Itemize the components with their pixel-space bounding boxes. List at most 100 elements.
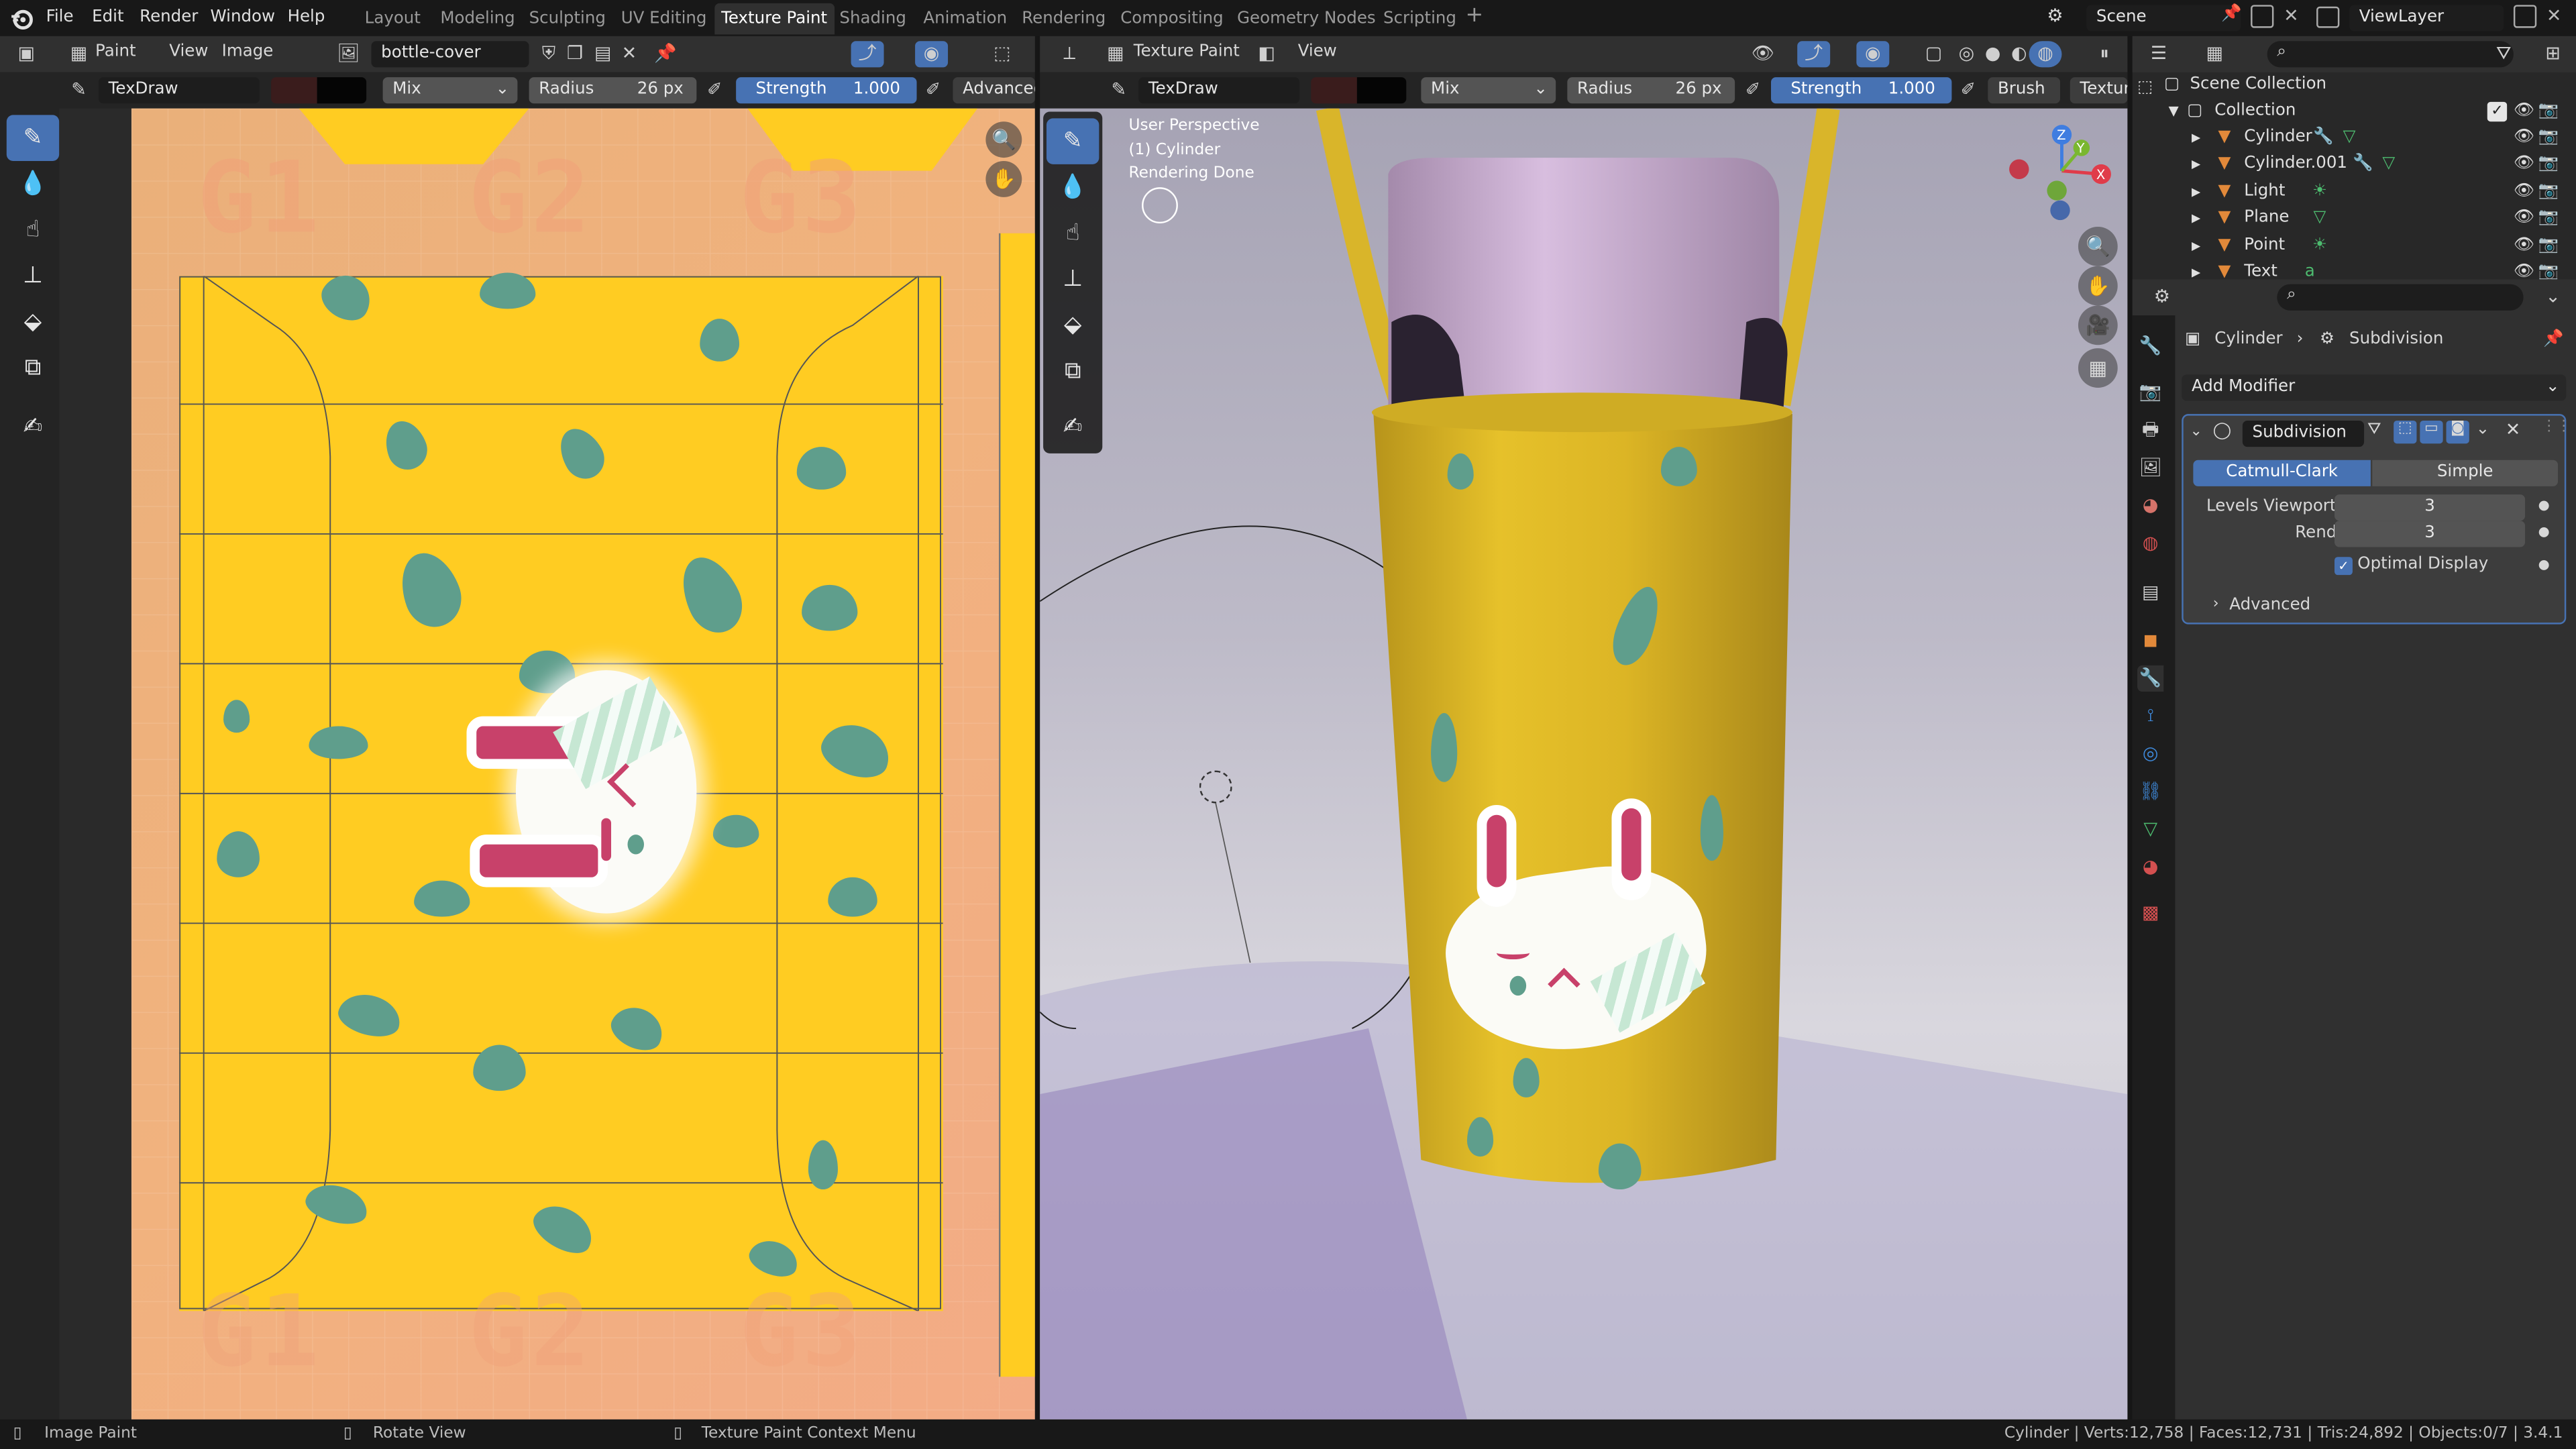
editor-type-icon[interactable]: ⚙ <box>2145 284 2178 311</box>
menu-view[interactable]: View <box>169 43 208 61</box>
texture-paint-mode-icon[interactable]: ▦ <box>1099 41 1132 67</box>
image-name-field[interactable]: bottle-cover <box>371 41 529 68</box>
world-tab-icon[interactable]: ◍ <box>2137 531 2163 557</box>
mode-dropdown[interactable]: Paint <box>95 43 136 61</box>
workspace-tab-uv-editing[interactable]: UV Editing <box>614 3 713 35</box>
data-tab-icon[interactable]: ▽ <box>2137 816 2163 843</box>
clone-tool-icon[interactable]: ⊥ <box>1046 256 1099 303</box>
outliner-row-object[interactable]: ▶ ▼ Cylinder.001 ▽ 👁 📷 🔧 <box>2162 152 2573 178</box>
delete-scene-icon[interactable]: ✕ <box>2284 5 2299 26</box>
object-tab-icon[interactable]: ◼ <box>2137 628 2163 654</box>
visibility-icon[interactable]: 👁 <box>1746 41 1779 67</box>
chevron-down-icon[interactable]: ⌄ <box>2476 421 2490 439</box>
scene-field[interactable]: Scene <box>2086 5 2241 32</box>
pause-render-icon[interactable]: ⏸ <box>2088 41 2121 67</box>
expand-arrow-icon[interactable]: ▶ <box>2192 233 2200 259</box>
modifier-tab-icon[interactable]: 🔧 <box>2137 665 2164 692</box>
pressure-icon[interactable]: ✐ <box>698 77 731 103</box>
pan-hand-icon[interactable]: ✋ <box>2078 266 2118 306</box>
editor-type-icon[interactable]: ⟂ <box>1053 41 1086 67</box>
mask-tool-icon[interactable]: ⧉ <box>7 345 59 391</box>
blender-logo-icon[interactable] <box>10 7 33 30</box>
annotate-tool-icon[interactable]: ✍ <box>7 404 59 450</box>
eye-icon[interactable]: 👁 <box>2514 236 2534 256</box>
eye-icon[interactable]: 👁 <box>2514 209 2534 228</box>
strength-field[interactable]: Strength 1.000 <box>736 77 917 104</box>
pan-hand-icon[interactable]: ✋ <box>985 161 1022 197</box>
texture-dropdown[interactable]: Texture <box>2070 77 2128 104</box>
render-tab-icon[interactable]: 📷 <box>2137 380 2163 406</box>
camera-view-icon[interactable]: 🎥 <box>2078 305 2118 345</box>
keyframe-dot-icon[interactable]: ● <box>2538 524 2550 539</box>
zoom-icon[interactable]: 🔍 <box>2078 226 2118 266</box>
strength-pressure-icon[interactable]: ✐ <box>917 77 950 103</box>
zoom-icon[interactable]: 🔍 <box>985 121 1022 158</box>
on-cage-icon[interactable]: ⬚ <box>2394 420 2417 444</box>
image-canvas-area[interactable]: ✎ 💧 ☝ ⊥ ⬙ ⧉ ✍ G1 G2 G3 G1 G2 G3 🔍 ✋ <box>0 108 1035 1419</box>
workspace-tab-layout[interactable]: Layout <box>358 3 427 35</box>
brush-dropdown[interactable]: Brush <box>1988 77 2061 104</box>
properties-search-input[interactable]: ⌕ <box>2277 284 2524 311</box>
constraints-tab-icon[interactable]: ⛓ <box>2137 779 2163 805</box>
outliner-row-object[interactable]: ▶ ▼ Point ☀ 👁 📷 <box>2162 233 2573 259</box>
brush-name-field[interactable]: TexDraw <box>98 77 260 104</box>
scene-tab-icon[interactable]: ◕ <box>2137 493 2163 519</box>
workspace-tab-rendering[interactable]: Rendering <box>1015 3 1112 35</box>
texture-tab-icon[interactable]: ▩ <box>2137 900 2163 926</box>
annotate-tool-icon[interactable]: ✍ <box>1046 404 1099 450</box>
mode-dropdown[interactable]: Texture Paint <box>1134 43 1240 61</box>
area-divider[interactable] <box>1034 36 1040 1419</box>
new-scene-icon[interactable] <box>2251 5 2274 28</box>
add-modifier-button[interactable]: Add Modifier ⌄ <box>2182 374 2567 401</box>
viewport-3d[interactable]: ✎ 💧 ☝ ⊥ ⬙ ⧉ ✍ User Perspective (1) Cylin… <box>1040 108 2128 1419</box>
select-mode-icon[interactable]: ⬚ <box>2137 79 2160 97</box>
view-layer-field[interactable]: ViewLayer <box>2349 5 2504 32</box>
outliner-row-object[interactable]: ▶ ▼ Plane ▽ 👁 📷 <box>2162 206 2573 232</box>
blend-mode-dropdown[interactable]: Mix ⌄ <box>382 77 518 104</box>
physics-tab-icon[interactable]: ◎ <box>2137 741 2163 767</box>
gizmo-toggle-icon[interactable]: ⤴ <box>1797 41 1831 68</box>
render-display-icon[interactable]: ◙ <box>2446 420 2469 444</box>
rendered-shading-icon[interactable]: ◍ <box>2029 41 2062 68</box>
camera-icon[interactable]: 📷 <box>2538 102 2559 121</box>
area-divider[interactable] <box>2127 36 2133 1419</box>
menu-edit[interactable]: Edit <box>92 0 123 36</box>
pressure-icon[interactable]: ✐ <box>1737 77 1770 103</box>
mask-tool-icon[interactable]: ⧉ <box>1046 348 1099 394</box>
expand-arrow-icon[interactable]: ▶ <box>2192 152 2200 178</box>
advanced-dropdown[interactable]: Advanced <box>953 77 1035 104</box>
soften-tool-icon[interactable]: 💧 <box>1046 164 1099 211</box>
camera-icon[interactable]: 📷 <box>2538 128 2559 148</box>
viewport-display-icon[interactable]: ▭ <box>2420 420 2443 444</box>
optimal-display-checkbox[interactable]: ✓ <box>2334 557 2353 576</box>
advanced-subpanel-label[interactable]: Advanced <box>2229 596 2310 614</box>
collection-tab-icon[interactable]: ▤ <box>2137 580 2163 606</box>
draw-tool-icon[interactable]: ✎ <box>1046 118 1099 164</box>
image-browse-icon[interactable]: 🖼 <box>332 41 365 67</box>
outliner-row-scene-collection[interactable]: ▢ Scene Collection <box>2162 72 2573 99</box>
brush-icon[interactable]: ✎ <box>1102 77 1135 103</box>
scene-icon[interactable]: ⚙ <box>2047 5 2070 28</box>
collapse-arrow-icon[interactable]: ⌄ <box>2190 424 2202 440</box>
eye-icon[interactable]: 👁 <box>2514 182 2534 201</box>
strength-pressure-icon[interactable]: ✐ <box>1951 77 1984 103</box>
output-tab-icon[interactable]: 🖶 <box>2137 417 2163 443</box>
pin-icon[interactable]: 📌 <box>2543 327 2563 353</box>
pin-icon[interactable]: 📌 <box>2221 5 2241 23</box>
outliner-row-collection[interactable]: ▼ ▢ Collection ✓ 👁 📷 <box>2161 98 2573 125</box>
radius-field[interactable]: Radius 26 px <box>529 77 697 104</box>
pin-image-icon[interactable]: 📌 <box>649 41 682 67</box>
outliner-row-object[interactable]: ▶ ▼ Light ☀ 👁 📷 <box>2162 178 2573 205</box>
fill-tool-icon[interactable]: ⬙ <box>1046 303 1099 349</box>
menu-file[interactable]: File <box>46 0 74 36</box>
expand-arrow-icon[interactable]: ▶ <box>2192 178 2200 205</box>
outliner-row-object[interactable]: ▶ ▼ Cylinder ▽ 👁 📷 🔧 <box>2162 125 2573 151</box>
secondary-color-swatch[interactable] <box>317 77 367 104</box>
filter-icon[interactable]: ⛛ <box>2487 41 2520 67</box>
brush-icon[interactable]: ✎ <box>62 77 95 103</box>
workspace-tab-animation[interactable]: Animation <box>917 3 1014 35</box>
keyframe-dot-icon[interactable]: ● <box>2538 557 2550 572</box>
eye-icon[interactable]: 👁 <box>2514 128 2534 148</box>
editor-type-icon[interactable]: ☰ <box>2142 41 2175 67</box>
overlay-icon[interactable]: ◉ <box>915 41 949 68</box>
